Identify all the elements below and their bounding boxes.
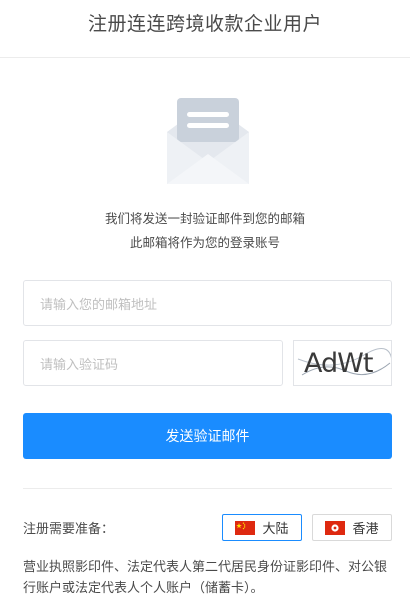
registration-prep-label: 注册需要准备： xyxy=(23,521,115,536)
divider xyxy=(23,488,392,489)
instruction-text: 我们将发送一封验证邮件到您的邮箱 此邮箱将作为您的登录账号 xyxy=(0,207,410,255)
region-hong-kong-button[interactable]: 香港 xyxy=(312,514,392,541)
email-placeholder: 请输入您的邮箱地址 xyxy=(40,296,158,312)
region-mainland-label: 大陆 xyxy=(262,521,289,536)
page-title: 注册连连跨境收款企业用户 xyxy=(87,14,322,35)
send-button-label: 发送验证邮件 xyxy=(165,428,250,444)
page-header: 注册连连跨境收款企业用户 xyxy=(0,0,410,58)
region-mainland-button[interactable]: 大陆 xyxy=(222,514,302,541)
china-flag-icon xyxy=(235,520,256,535)
envelope-icon xyxy=(167,98,249,184)
email-input[interactable]: 请输入您的邮箱地址 xyxy=(23,280,392,326)
instruction-line-1: 我们将发送一封验证邮件到您的邮箱 xyxy=(104,212,305,226)
hong-kong-flag-icon xyxy=(325,520,346,535)
captcha-image[interactable]: AdWt xyxy=(293,340,392,386)
send-verification-email-button[interactable]: 发送验证邮件 xyxy=(23,413,392,459)
captcha-text: AdWt xyxy=(304,348,373,379)
region-hong-kong-label: 香港 xyxy=(352,521,379,536)
code-placeholder: 请输入验证码 xyxy=(40,356,119,372)
requirements-text: 营业执照影印件、法定代表人第二代居民身份证影印件、对公银行账户或法定代表人个人账… xyxy=(23,559,388,595)
verification-code-input[interactable]: 请输入验证码 xyxy=(23,340,283,386)
instruction-line-2: 此邮箱将作为您的登录账号 xyxy=(129,236,280,250)
